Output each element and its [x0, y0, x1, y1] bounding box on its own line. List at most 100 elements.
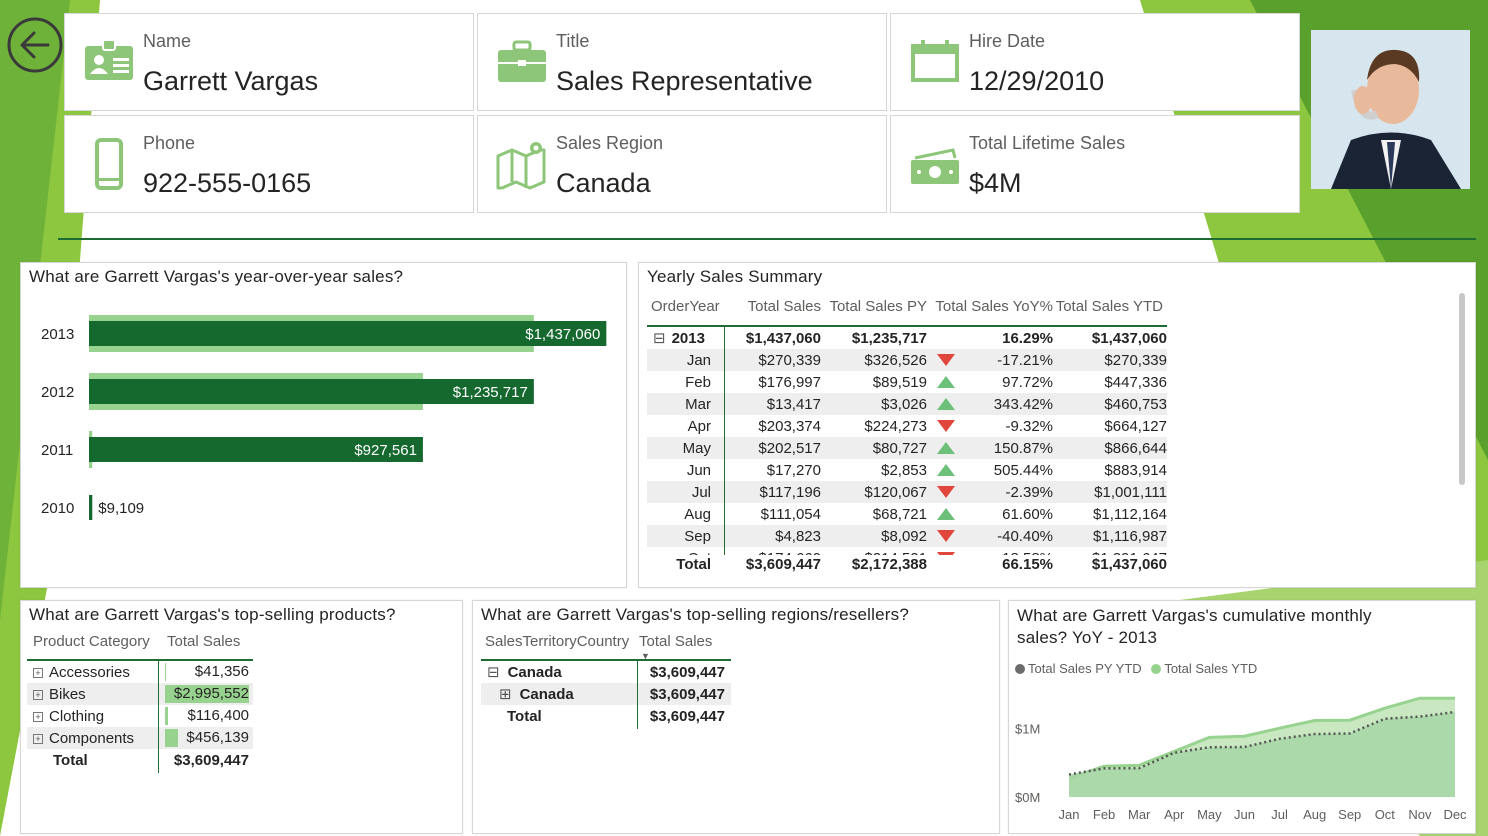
summary-scrollbar[interactable] [1459, 293, 1465, 485]
products-row-value: $2,995,552 [173, 685, 249, 702]
summary-header-year[interactable]: OrderYear [647, 295, 725, 317]
summary-month-label: Jan [686, 351, 711, 369]
summary-month-row[interactable]: Jul $117,196 $120,067 -2.39% $1,001,111 [647, 481, 1167, 503]
kpi-lifetime-value: $4M [969, 168, 1022, 198]
legend-py-label: Total Sales PY YTD [1028, 661, 1142, 676]
x-tick-label: Apr [1164, 807, 1185, 822]
summary-month-row[interactable]: Mar $13,417 $3,026 343.42% $460,753 [647, 393, 1167, 415]
summary-month-py: $326,526 [864, 351, 927, 369]
cumulative-sales-visual[interactable]: What are Garrett Vargas's cumulative mon… [1008, 600, 1476, 834]
summary-month-row[interactable]: Feb $176,997 $89,519 97.72% $447,336 [647, 371, 1167, 393]
products-row[interactable]: + Clothing $116,400 [27, 705, 253, 727]
x-tick-label: Mar [1128, 807, 1151, 822]
regions-row-name: Canada [507, 664, 562, 681]
yoy-sales-visual[interactable]: What are Garrett Vargas's year-over-year… [20, 262, 627, 588]
expand-icon[interactable]: + [33, 667, 43, 678]
yoy-data-label: $927,561 [354, 442, 417, 459]
summary-month-sales: $203,374 [758, 417, 821, 435]
products-body: + Accessories $41,356 + Bikes $2,995,552 + Clot… [27, 661, 253, 749]
summary-header-sales[interactable]: Total Sales [725, 295, 821, 317]
summary-month-py: $80,727 [872, 439, 927, 457]
trend-down-icon [937, 530, 955, 542]
summary-total-py: $2,172,388 [851, 555, 927, 573]
summary-month-sales: $111,054 [760, 505, 821, 523]
regions-header-sales[interactable]: Total Sales ▼ [639, 633, 731, 661]
summary-header-py[interactable]: Total Sales PY [821, 295, 927, 317]
summary-month-yoy: 150.87% [927, 437, 1053, 459]
summary-header-ytd[interactable]: Total Sales YTD [1053, 295, 1169, 317]
header-divider [58, 238, 1476, 240]
kpi-region-value: Canada [556, 168, 651, 198]
summary-month-yoy: 505.44% [927, 459, 1053, 481]
products-row-value-cell: $456,139 [159, 727, 249, 749]
collapse-icon[interactable]: ⊟ [653, 330, 666, 347]
back-arrow-icon [7, 17, 63, 73]
kpi-lifetime-card: Total Lifetime Sales $4M [890, 115, 1300, 213]
summary-month-yoy: -17.21% [927, 349, 1053, 371]
kpi-hire-date-label: Hire Date [969, 31, 1046, 51]
summary-month-row[interactable]: Apr $203,374 $224,273 -9.32% $664,127 [647, 415, 1167, 437]
summary-month-row[interactable]: Oct$174,660$214,521-18.58%$1,291,647 [647, 547, 1167, 555]
regions-header-country[interactable]: SalesTerritoryCountry [481, 633, 639, 655]
products-row[interactable]: + Components $456,139 [27, 727, 253, 749]
py-area[interactable] [1069, 712, 1455, 797]
kpi-title-card: Title Sales Representative [477, 13, 887, 111]
summary-month-sales: $17,270 [766, 461, 821, 479]
kpi-phone-card: Phone 922-555-0165 [64, 115, 474, 213]
summary-month-sales: $117,196 [759, 483, 821, 501]
summary-month-py: $8,092 [881, 527, 927, 545]
top-products-title: What are Garrett Vargas's top-selling pr… [29, 605, 396, 624]
summary-month-ytd: $1,116,987 [1093, 527, 1167, 545]
summary-month-yoy: 97.72% [927, 371, 1053, 393]
yearly-summary-visual[interactable]: Yearly Sales Summary OrderYear Total Sal… [638, 262, 1476, 588]
summary-month-label: Sep [684, 527, 711, 545]
trend-down-icon [937, 420, 955, 432]
sort-desc-icon: ▼ [641, 651, 650, 661]
products-row-name: Accessories [49, 663, 130, 681]
products-row[interactable]: + Accessories $41,356 [27, 661, 253, 683]
summary-month-py: $89,519 [872, 373, 927, 391]
kpi-hire-date-value: 12/29/2010 [969, 66, 1105, 96]
summary-month-row[interactable]: Jan $270,339 $326,526 -17.21% $270,339 [647, 349, 1167, 371]
regions-row[interactable]: ⊞ Canada $3,609,447 [481, 683, 731, 705]
cumulative-area-chart: $0M $1M Jan Feb Mar Apr May Jun Jul Aug Sep Oct Nov D… [1015, 696, 1467, 822]
summary-month-row[interactable]: Jun $17,270 $2,853 505.44% $883,914 [647, 459, 1167, 481]
summary-month-py: $68,721 [872, 505, 927, 523]
products-total-value: $3,609,447 [173, 751, 249, 769]
expander-icon[interactable]: ⊞ [499, 686, 512, 703]
summary-month-label: Apr [687, 417, 711, 435]
products-databar [165, 707, 168, 725]
summary-month-ytd: $460,753 [1104, 395, 1167, 413]
expander-icon[interactable]: ⊟ [487, 664, 500, 681]
summary-year-py: $1,235,717 [851, 329, 927, 347]
back-button[interactable] [6, 16, 64, 74]
products-row[interactable]: + Bikes $2,995,552 [27, 683, 253, 705]
summary-total-sales: $3,609,447 [745, 555, 821, 573]
money-icon [911, 148, 959, 184]
summary-year-row[interactable]: ⊟ 2013 $1,437,060 $1,235,717 16.29% $1,437,06… [647, 327, 1167, 349]
summary-body[interactable]: ⊟ 2013 $1,437,060 $1,235,717 16.29% $1,437,06… [647, 327, 1169, 555]
top-products-visual[interactable]: What are Garrett Vargas's top-selling pr… [20, 600, 463, 834]
summary-month-py: $3,026 [881, 395, 927, 413]
x-tick-label: Jan [1059, 807, 1080, 822]
products-header-category[interactable]: Product Category [27, 633, 161, 655]
kpi-name-value: Garrett Vargas [143, 66, 319, 96]
summary-month-yoy: -9.32% [927, 415, 1053, 437]
expand-icon[interactable]: + [33, 711, 43, 722]
products-header-sales[interactable]: Total Sales [161, 633, 253, 655]
trend-up-icon [937, 464, 955, 476]
summary-month-row[interactable]: May $202,517 $80,727 150.87% $866,644 [647, 437, 1167, 459]
summary-month-row[interactable]: Sep $4,823 $8,092 -40.40% $1,116,987 [647, 525, 1167, 547]
summary-month-row[interactable]: Aug $111,054 $68,721 61.60% $1,112,164 [647, 503, 1167, 525]
summary-header-yoy[interactable]: Total Sales YoY% [927, 295, 1053, 317]
cumulative-legend[interactable]: Total Sales PY YTD Total Sales YTD [1015, 661, 1257, 676]
top-products-table: Product Category Total Sales + Accessorie… [27, 633, 253, 773]
yoy-bar-sales[interactable] [89, 495, 93, 520]
expand-icon[interactable]: + [33, 733, 43, 744]
top-regions-visual[interactable]: What are Garrett Vargas's top-selling re… [472, 600, 1000, 834]
summary-month-ytd: $1,291,647 [1053, 547, 1167, 556]
regions-row[interactable]: ⊟ Canada $3,609,447 [481, 661, 731, 683]
summary-month-ytd: $447,336 [1104, 373, 1167, 391]
x-tick-label: Jul [1271, 807, 1288, 822]
expand-icon[interactable]: + [33, 689, 43, 700]
